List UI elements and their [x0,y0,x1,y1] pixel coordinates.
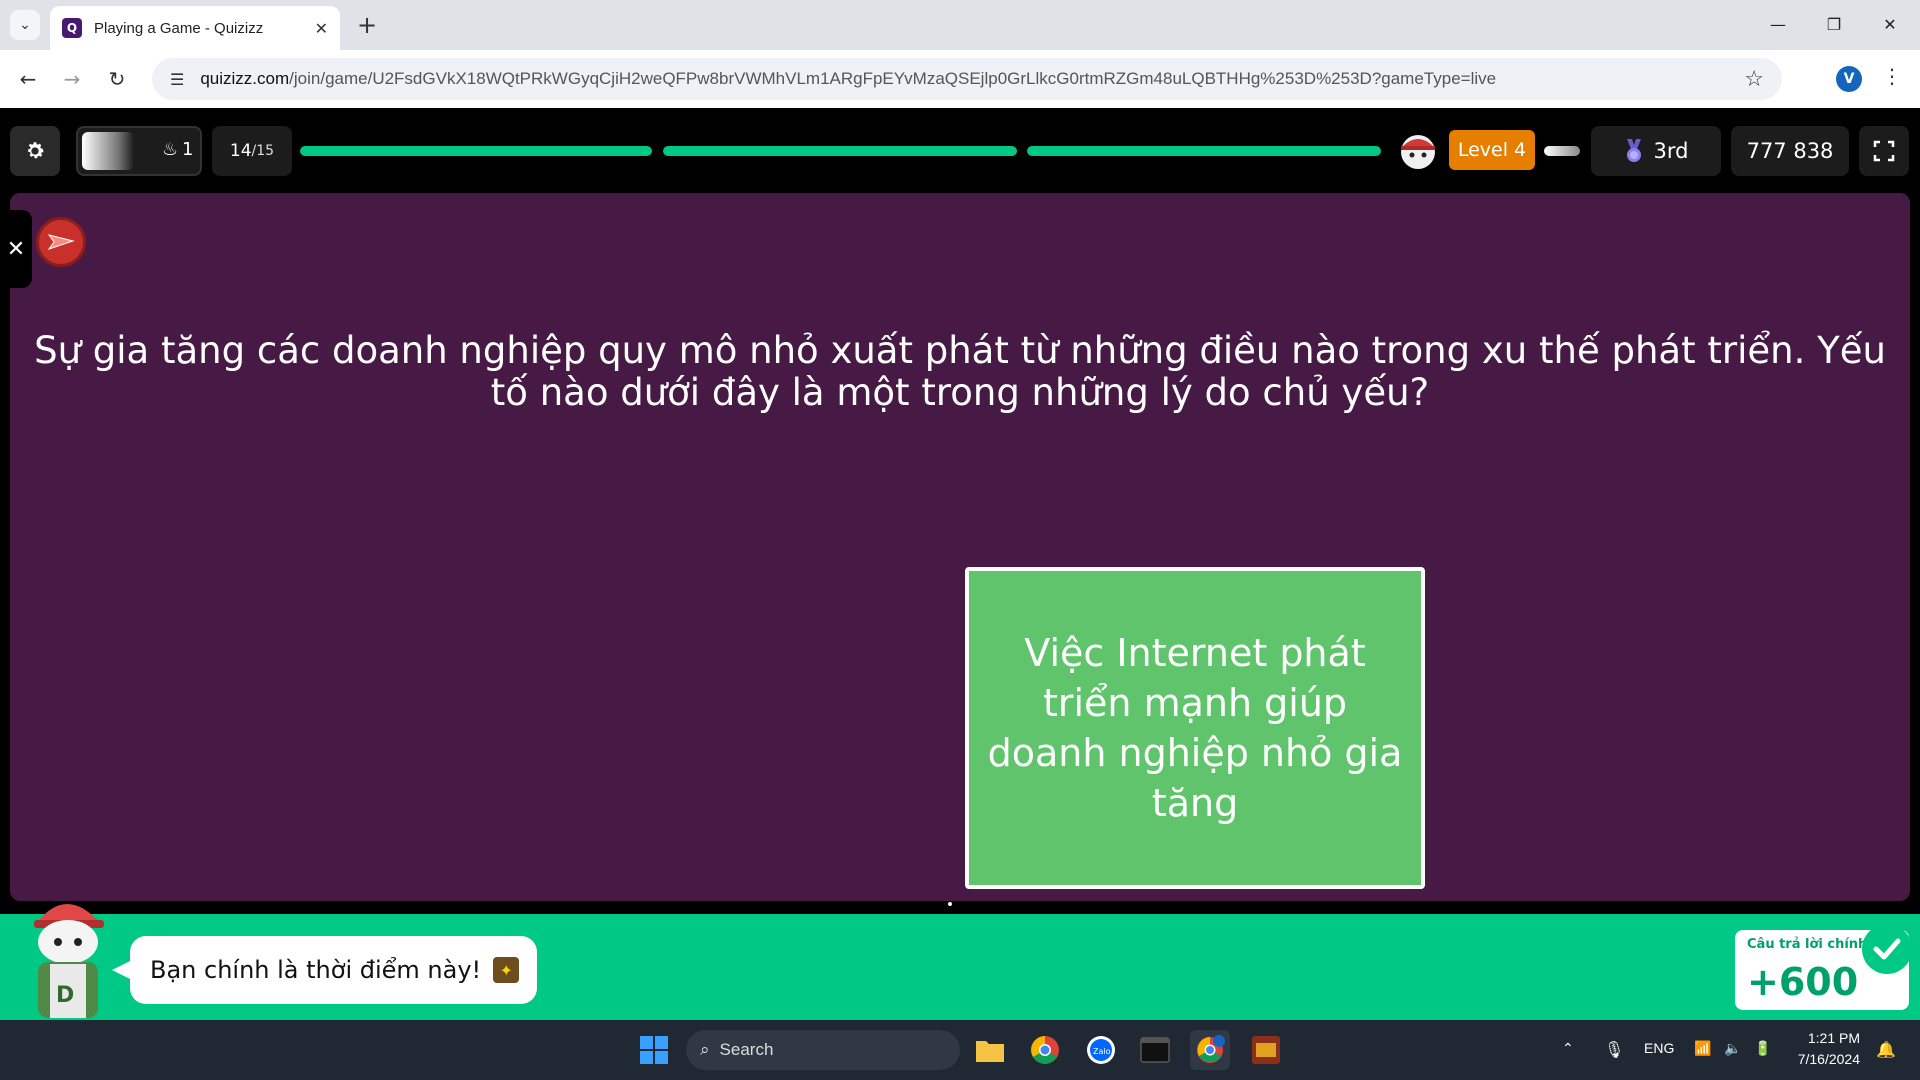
profile-avatar[interactable]: V [1836,66,1862,92]
player-avatar-icon [1401,135,1435,169]
restore-button[interactable]: ❐ [1814,8,1854,40]
chrome-icon [1031,1036,1059,1064]
close-icon: ✕ [6,236,26,262]
wifi-icon[interactable]: 📶 [1694,1040,1711,1057]
reload-icon: ↻ [108,67,126,91]
chrome-taskbar-icon[interactable] [1025,1030,1065,1070]
question-text: Sự gia tăng các doanh nghiệp quy mô nhỏ … [34,329,1886,414]
browser-toolbar: ← → ↻ ☰ quizizz.com/join/game/U2FsdGVkX1… [0,50,1920,108]
fullscreen-button[interactable] [1859,126,1909,176]
progress-fill [300,146,652,156]
progress-segment-1 [300,146,652,156]
address-bar[interactable]: ☰ quizizz.com/join/game/U2FsdGVkX18WQtPR… [152,58,1782,100]
start-button[interactable] [634,1030,674,1070]
feedback-message: Bạn chính là thời điểm này! [150,956,482,984]
streak-count: 1 [182,139,194,160]
score-display: 777 838 [1731,126,1849,176]
site-info-icon[interactable]: ☰ [170,70,184,89]
url-host: quizizz.com [200,69,290,88]
new-tab-button[interactable]: + [352,10,382,40]
taskbar-search[interactable]: ⌕ Search [686,1030,960,1070]
streak-meter: ♨ 1 [76,126,202,176]
microphone-icon[interactable]: 🎙 [1604,1040,1624,1060]
level-badge: Level 4 [1449,130,1535,170]
forward-button[interactable]: → [56,63,88,95]
arrow-left-icon: ← [19,67,37,91]
progress-fill [1027,146,1381,156]
clock-time: 1:21 PM [1807,1030,1860,1046]
notification-bell-icon[interactable]: 🔔 [1876,1040,1896,1060]
arrow-right-icon: → [63,67,81,91]
clock-date: 7/16/2024 [1797,1051,1860,1067]
tab-title: Playing a Game - Quizizz [94,19,264,37]
zalo-taskbar-icon[interactable]: Zalo [1081,1030,1121,1070]
speech-bubble: Bạn chính là thời điểm này! ✦ [130,936,537,1004]
speech-bubble-tail [112,960,132,980]
battery-icon[interactable]: 🔋 [1754,1040,1771,1057]
points-value: +600 [1747,960,1859,1004]
tray-chevron-up-icon[interactable]: ⌃ [1562,1040,1574,1057]
svg-text:Zalo: Zalo [1093,1047,1111,1056]
question-total: /15 [251,143,275,159]
medal-icon [1626,139,1641,162]
answer-text: Việc Internet phát triển mạnh giúp doanh… [987,631,1403,825]
system-clock[interactable]: 1:21 PM 7/16/2024 [1790,1028,1860,1070]
mascot-character-icon: D [34,904,104,1018]
rank-text: 3rd [1653,139,1689,163]
back-button[interactable]: ← [12,63,44,95]
answer-option-correct[interactable]: Việc Internet phát triển mạnh giúp doanh… [965,567,1425,889]
volume-icon[interactable]: 🔈 [1724,1040,1741,1057]
file-explorer-icon[interactable] [970,1030,1010,1070]
game-app-icon [1252,1036,1280,1064]
reload-button[interactable]: ↻ [101,63,133,95]
folder-icon [976,1041,1004,1062]
chevron-down-icon: ⌄ [19,17,31,33]
divider-dot [948,902,952,906]
chrome-profile-taskbar-icon[interactable] [1190,1030,1230,1070]
terminal-taskbar-icon[interactable] [1135,1030,1175,1070]
minimize-button[interactable]: — [1758,8,1798,40]
streak-fill [82,132,134,170]
powerup-button[interactable] [36,217,86,267]
close-window-button[interactable]: ✕ [1870,8,1910,40]
xp-bar [1544,146,1580,156]
progress-segment-2 [663,146,1017,156]
url-path: /join/game/U2FsdGVkX18WQtPRkWGyqCjiH2weQ… [289,69,1497,88]
svg-text:D: D [56,983,74,1008]
fullscreen-icon [1873,140,1895,162]
quizizz-favicon-icon: Q [62,18,82,38]
tab-close-icon[interactable]: ✕ [315,19,328,38]
rank-display: 3rd [1591,126,1721,176]
checkmark-icon [1873,938,1901,960]
game-app-taskbar-icon[interactable] [1246,1030,1286,1070]
url-text: quizizz.com/join/game/U2FsdGVkX18WQtPRkW… [200,69,1744,89]
gear-icon [28,142,44,159]
taskbar-search-label: Search [719,1040,774,1059]
progress-fill [663,146,1017,156]
zalo-icon: Zalo [1087,1036,1115,1064]
search-icon: ⌕ [700,1040,710,1059]
paper-plane-icon [47,234,75,250]
bookmark-star-icon[interactable]: ☆ [1744,67,1764,92]
browser-menu-icon[interactable]: ⋮ [1882,64,1902,88]
tab-search-menu-button[interactable]: ⌄ [10,10,40,40]
browser-tabstrip: ⌄ Q Playing a Game - Quizizz ✕ + — ❐ ✕ [0,0,1920,50]
question-counter: 14/15 [212,126,292,176]
question-current: 14 [229,141,252,161]
exit-game-button[interactable]: ✕ [0,210,32,288]
quiz-topbar: ♨ 1 14/15 Level 4 3rd 777 838 [0,108,1920,192]
windows-logo-icon [640,1036,668,1064]
windows-taskbar: ⌕ Search Zalo ⌃ 🎙 ENG 📶 🔈 🔋 1:21 PM 7/16… [0,1020,1920,1080]
points-label: Câu trả lời chính [1747,937,1868,952]
chrome-profile-icon [1197,1035,1225,1063]
sparkle-icon: ✦ [493,957,520,983]
progress-segment-3 [1027,146,1381,156]
language-indicator[interactable]: ENG [1644,1040,1674,1056]
game-area [10,193,1910,901]
terminal-icon [1140,1037,1170,1063]
check-badge [1862,924,1912,974]
flame-icon: ♨ [162,139,179,160]
browser-tab-active[interactable]: Q Playing a Game - Quizizz ✕ [50,6,340,50]
settings-button[interactable] [10,126,60,176]
